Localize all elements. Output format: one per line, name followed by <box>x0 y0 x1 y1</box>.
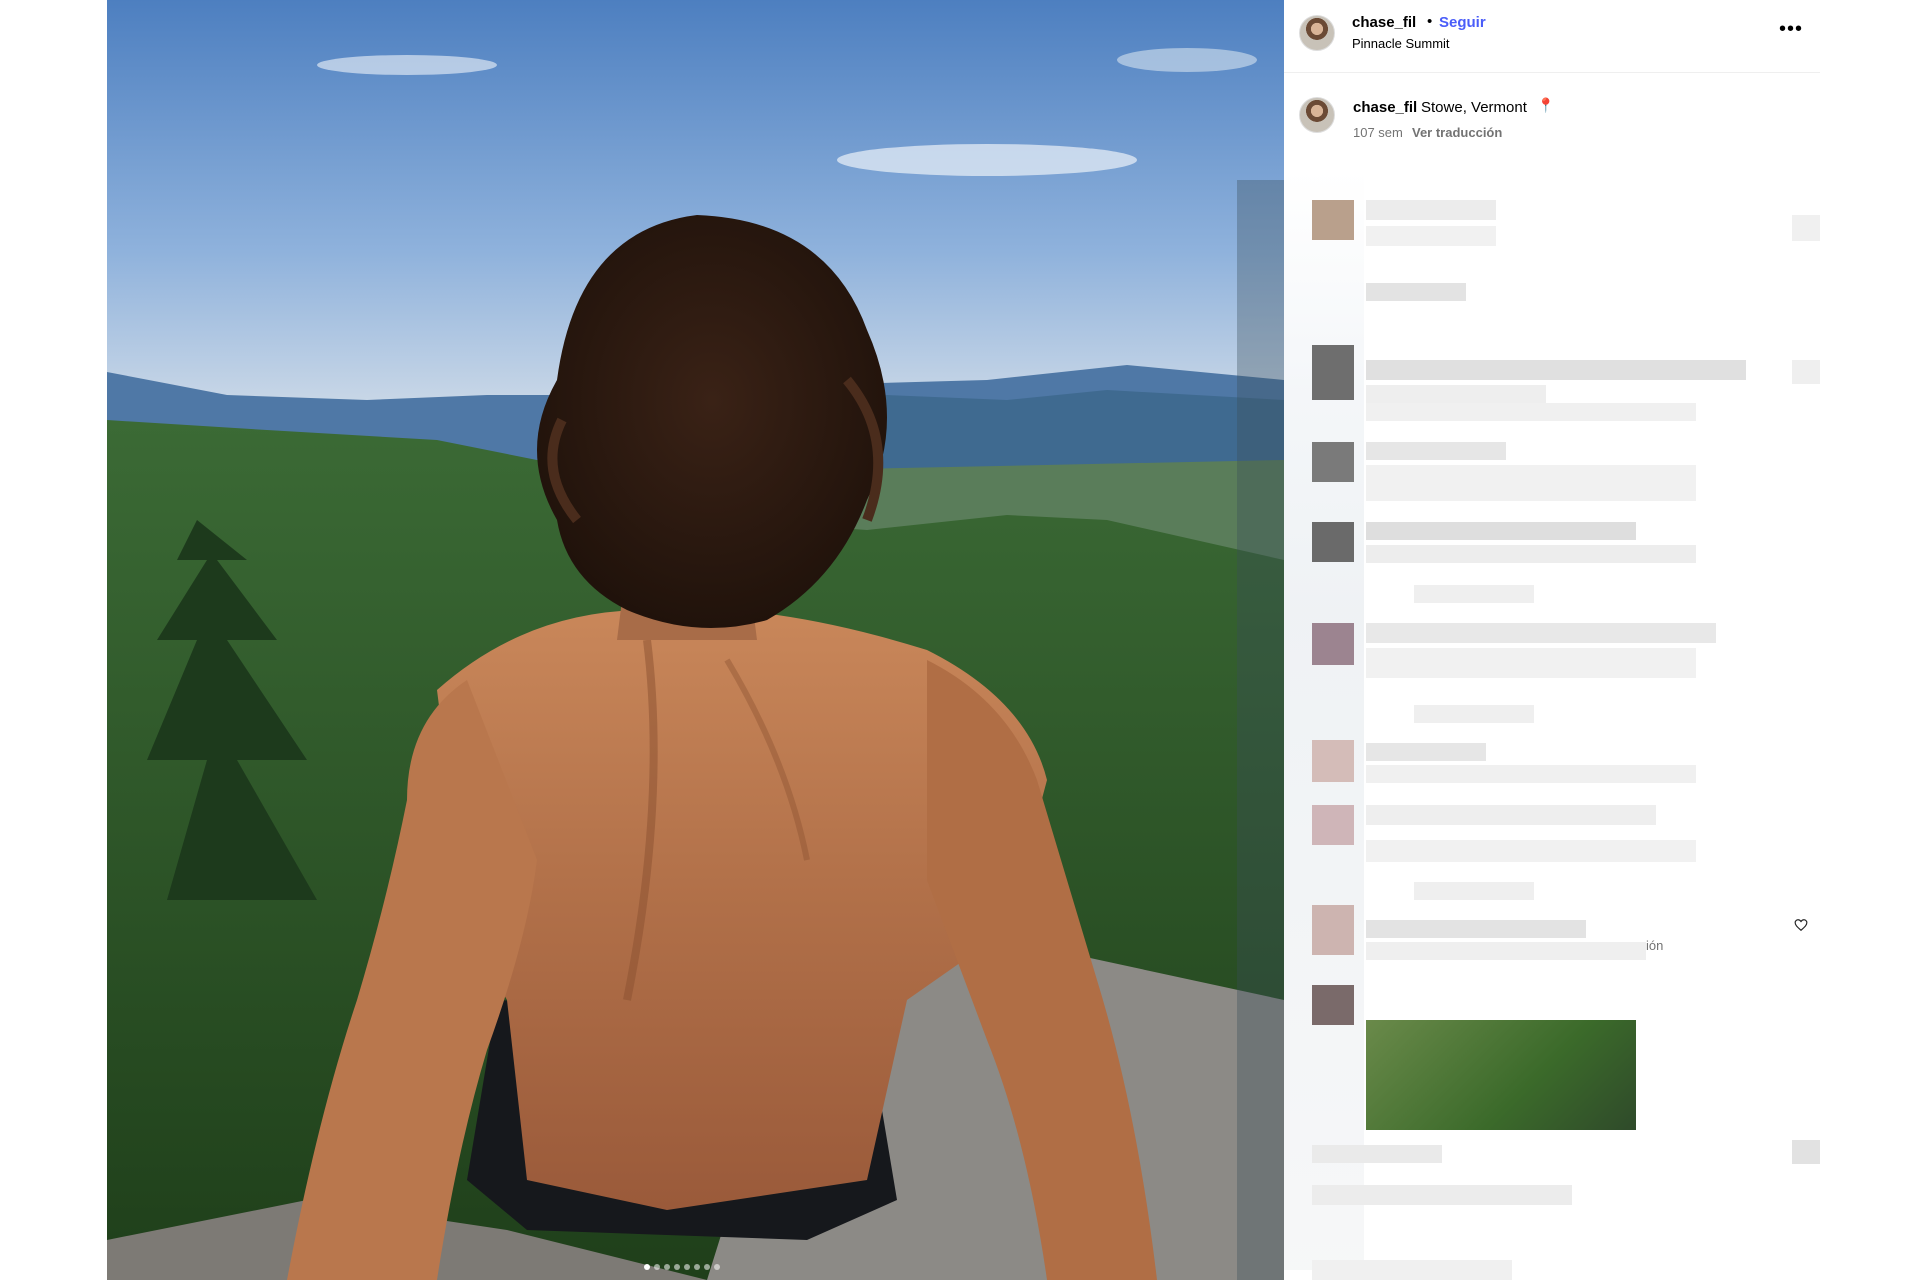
carousel-indicator[interactable] <box>644 1264 720 1270</box>
avatar[interactable] <box>1299 15 1335 51</box>
caption-avatar[interactable] <box>1299 97 1335 133</box>
carousel-dot-6[interactable] <box>694 1264 700 1270</box>
pixelated-comment <box>1312 442 1354 482</box>
pixelated-comment <box>1312 805 1354 845</box>
header-username[interactable]: chase_fil <box>1352 14 1416 31</box>
pixelated-comment <box>1366 942 1646 960</box>
carousel-dot-4[interactable] <box>674 1264 680 1270</box>
pixelated-comment <box>1366 360 1746 380</box>
pixelated-comment <box>1366 545 1696 563</box>
pixelated-comment <box>1366 283 1466 301</box>
pixelated-comment <box>1366 920 1586 938</box>
carousel-dot-7[interactable] <box>704 1264 710 1270</box>
post-photo[interactable] <box>107 0 1284 1280</box>
pixelated-comment <box>1312 200 1354 240</box>
photo-scene <box>107 0 1284 1280</box>
location-pin-icon: 📍 <box>1537 97 1555 113</box>
pixelated-comment <box>1366 200 1496 220</box>
pixelated-comment <box>1366 623 1716 643</box>
follow-button[interactable]: Seguir <box>1439 14 1486 31</box>
pixelated-comment <box>1366 743 1486 761</box>
pixelated-comment <box>1312 1145 1442 1163</box>
pixelated-comment <box>1366 226 1496 246</box>
caption-username[interactable]: chase_fil <box>1353 99 1417 116</box>
pixelated-comment <box>1312 985 1354 1025</box>
pixelated-comment <box>1312 905 1354 955</box>
pixelated-comment <box>1414 705 1534 723</box>
pixelated-comment <box>1312 623 1354 665</box>
carousel-dot-1[interactable] <box>644 1264 650 1270</box>
pixelated-comment <box>1366 385 1546 403</box>
pixelated-comment <box>1366 840 1696 862</box>
carousel-dot-5[interactable] <box>684 1264 690 1270</box>
carousel-dot-3[interactable] <box>664 1264 670 1270</box>
pixelated-comment <box>1792 215 1820 241</box>
more-options-icon[interactable]: ••• <box>1779 18 1803 41</box>
pixelated-comment <box>1312 740 1354 782</box>
pixelated-comment <box>1366 1020 1636 1130</box>
post-side-panel: chase_fil • Seguir Pinnacle Summit ••• c… <box>1284 0 1820 1280</box>
comment-text-fragment: ión <box>1646 938 1664 953</box>
pixelated-comment <box>1414 882 1534 900</box>
heart-icon[interactable] <box>1794 918 1808 932</box>
pixelated-comment <box>1366 403 1696 421</box>
location-link[interactable]: Pinnacle Summit <box>1352 36 1450 51</box>
header-separator: • <box>1427 13 1433 30</box>
post-timestamp[interactable]: 107 sem <box>1353 125 1403 140</box>
pixelated-comment <box>1366 465 1696 501</box>
pixelated-comment <box>1414 585 1534 603</box>
pixelated-comment <box>1366 442 1506 460</box>
pixelated-comment <box>1284 170 1364 1270</box>
pixelated-comment <box>1312 345 1354 400</box>
pixelated-comment <box>1792 1140 1820 1164</box>
pixelated-comment <box>1312 522 1354 562</box>
carousel-dot-8[interactable] <box>714 1264 720 1270</box>
pixelated-comment <box>1312 1260 1512 1280</box>
translate-button[interactable]: Ver traducción <box>1412 125 1502 140</box>
pixelated-comment <box>1312 1185 1572 1205</box>
pixelated-comment <box>1366 648 1696 678</box>
pixelated-comment <box>1366 765 1696 783</box>
post-header: chase_fil • Seguir Pinnacle Summit ••• <box>1284 0 1820 73</box>
pixelated-comment <box>1792 360 1820 384</box>
carousel-dot-2[interactable] <box>654 1264 660 1270</box>
caption-text: Stowe, Vermont <box>1421 99 1527 116</box>
pixelated-comment <box>1366 805 1656 825</box>
pixelated-comment <box>1366 522 1636 540</box>
